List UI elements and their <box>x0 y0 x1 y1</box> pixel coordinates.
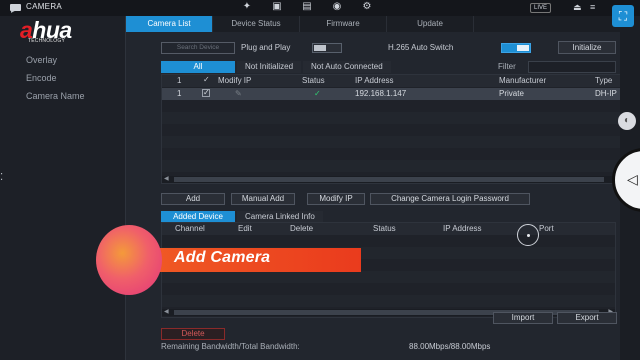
header-index: 1 <box>177 76 182 85</box>
device-table-scrollbar[interactable]: ◀ ▶ <box>162 176 620 183</box>
col-type: Type <box>595 76 613 85</box>
menu-icon[interactable]: ≡ <box>590 2 595 12</box>
delete-button[interactable]: Delete <box>161 328 225 340</box>
tab-added-device[interactable]: Added Device <box>161 211 235 222</box>
empty-row <box>162 112 620 124</box>
filter-input[interactable] <box>528 61 616 73</box>
plug-and-play-toggle[interactable] <box>312 43 342 53</box>
row-ip-address: 192.168.1.147 <box>355 89 407 98</box>
main-panel: Camera List Device Status Firmware Updat… <box>125 16 621 360</box>
empty-row <box>162 271 615 283</box>
loading-spinner-icon <box>517 224 539 246</box>
import-button[interactable]: Import <box>493 312 553 324</box>
user-icon[interactable]: ⏏ <box>573 2 582 13</box>
table-row[interactable]: 1 ✓ ✎ ✓ 192.168.1.147 Private DH-IP <box>162 88 620 100</box>
tab-camera-linked-info[interactable]: Camera Linked Info <box>237 211 323 222</box>
tab-device-status[interactable]: Device Status <box>213 16 300 32</box>
added-table-header: Channel Edit Delete Status IP Address Po… <box>162 223 615 235</box>
change-password-button[interactable]: Change Camera Login Password <box>370 193 530 205</box>
tab-firmware[interactable]: Firmware <box>300 16 387 32</box>
filter-tab-not-initialized[interactable]: Not Initialized <box>237 61 302 73</box>
device-table-header: 1 ✓ Modify IP Status IP Address Manufact… <box>162 75 620 87</box>
camera-icon <box>10 4 21 11</box>
nvr-camera-screen: ▶ CAMERA ✦ ▣ ▤ ◉ ⚙ LIVE ⏏ ≡ ahua TECHNOL… <box>0 0 640 360</box>
filter-tab-all[interactable]: All <box>161 61 235 73</box>
fullscreen-icon[interactable]: ⛶ <box>612 5 634 27</box>
sidebar-item-overlay[interactable]: Overlay <box>26 55 57 65</box>
col-manufacturer: Manufacturer <box>499 76 547 85</box>
plug-and-play-label: Plug and Play <box>241 43 291 52</box>
network-icon[interactable]: ✦ <box>240 1 254 13</box>
bandwidth-value: 88.00Mbps/88.00Mbps <box>409 342 491 351</box>
top-bar: ▶ CAMERA ✦ ▣ ▤ ◉ ⚙ LIVE ⏏ ≡ <box>0 0 640 16</box>
tab-bar: Camera List Device Status Firmware Updat… <box>126 16 621 32</box>
banner-title: Add Camera <box>174 249 271 266</box>
logo-tagline: TECHNOLOGY <box>28 38 66 44</box>
storage-icon[interactable]: ▤ <box>300 1 314 13</box>
filter-tab-not-auto-connected[interactable]: Not Auto Connected <box>303 61 391 73</box>
initialize-button[interactable]: Initialize <box>558 41 616 54</box>
account-icon[interactable]: ⚙ <box>360 1 374 13</box>
row-manufacturer: Private <box>499 89 524 98</box>
filter-label: Filter <box>498 62 516 71</box>
col-status: Status <box>373 224 396 233</box>
scroll-left-icon[interactable]: ◀ <box>164 175 169 182</box>
toggle-knob <box>517 45 529 51</box>
col-channel: Channel <box>175 224 205 233</box>
sidebar-item-camera-name[interactable]: Camera Name <box>26 91 85 101</box>
col-ip-address: IP Address <box>355 76 394 85</box>
security-icon[interactable]: ◉ <box>330 1 344 13</box>
h265-auto-switch-label: H.265 Auto Switch <box>388 43 454 52</box>
collapse-handle-icon[interactable]: ⁚ <box>0 172 3 183</box>
bandwidth-label: Remaining Bandwidth/Total Bandwidth: <box>161 342 300 351</box>
h265-auto-switch-toggle[interactable] <box>501 43 531 53</box>
col-delete: Delete <box>290 224 314 233</box>
row-type: DH-IP <box>595 89 617 98</box>
col-edit: Edit <box>238 224 252 233</box>
export-button[interactable]: Export <box>557 312 617 324</box>
row-checkbox[interactable]: ✓ <box>202 89 210 97</box>
device-filter-tabs: All Not Initialized Not Auto Connected <box>161 61 393 73</box>
col-modify-ip: Modify IP <box>218 76 252 85</box>
col-status: Status <box>302 76 325 85</box>
col-ip-address: IP Address <box>443 224 482 233</box>
sidebar: Overlay Encode Camera Name <box>0 46 125 360</box>
tab-update[interactable]: Update <box>387 16 474 32</box>
added-device-tabs: Added Device Camera Linked Info <box>161 211 325 222</box>
toggle-knob <box>314 45 326 51</box>
collapse-arrow-icon: ◁ <box>627 171 638 187</box>
display-icon[interactable]: ▣ <box>270 1 284 13</box>
empty-row <box>162 295 615 307</box>
status-ok-icon: ✓ <box>314 89 321 98</box>
banner-circle <box>96 225 162 295</box>
col-port: Port <box>539 224 554 233</box>
scroll-thumb[interactable] <box>174 177 604 182</box>
empty-row <box>162 160 620 172</box>
device-table: 1 ✓ Modify IP Status IP Address Manufact… <box>161 74 621 184</box>
edit-ip-icon[interactable]: ✎ <box>235 89 242 98</box>
assist-icon[interactable]: ◐ <box>618 112 636 130</box>
add-button[interactable]: Add <box>161 193 225 205</box>
sidebar-item-encode[interactable]: Encode <box>26 73 57 83</box>
search-device-button[interactable]: Search Device <box>161 42 235 54</box>
live-button[interactable]: LIVE <box>530 3 552 13</box>
empty-row <box>162 136 620 148</box>
manual-add-button[interactable]: Manual Add <box>231 193 295 205</box>
top-nav-icons: ✦ ▣ ▤ ◉ ⚙ <box>240 1 374 15</box>
scroll-left-icon[interactable]: ◀ <box>164 308 169 315</box>
select-all-checkbox[interactable]: ✓ <box>202 76 210 84</box>
brand-logo: ahua TECHNOLOGY <box>10 17 105 45</box>
row-index: 1 <box>177 89 182 98</box>
tab-camera-list[interactable]: Camera List <box>126 16 213 32</box>
modify-ip-button[interactable]: Modify IP <box>307 193 365 205</box>
window-title: CAMERA <box>26 2 63 11</box>
